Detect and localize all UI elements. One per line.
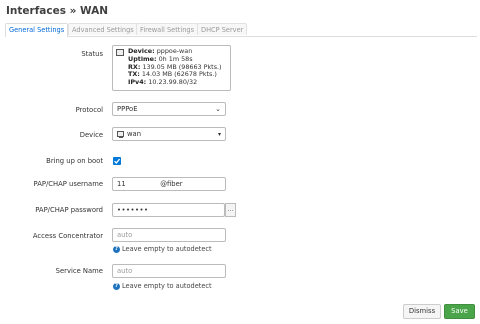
dismiss-button[interactable]: Dismiss xyxy=(403,304,441,319)
status-ipv4-line: IPv4: 10.23.99.80/32 xyxy=(128,78,198,87)
help-icon: ? xyxy=(113,245,120,253)
protocol-label: Protocol xyxy=(75,106,103,114)
access-concentrator-label: Access Concentrator xyxy=(32,232,103,240)
status-panel: Device: pppoe-wan Uptime: 0h 1m 58s RX: … xyxy=(112,45,231,91)
bring-up-on-boot-checkbox[interactable] xyxy=(113,157,121,165)
tab-general-settings[interactable]: General Settings xyxy=(5,23,69,37)
network-device-icon xyxy=(117,131,124,138)
service-name-hint: ? Leave empty to autodetect xyxy=(113,282,212,290)
password-label: PAP/CHAP password xyxy=(35,206,103,214)
save-button[interactable]: Save xyxy=(444,304,475,319)
checkmark-icon xyxy=(114,158,121,164)
device-select[interactable]: wan ▾ xyxy=(112,127,226,141)
access-concentrator-input[interactable]: auto xyxy=(112,228,226,242)
chevron-down-icon: … xyxy=(227,206,234,213)
password-input[interactable]: ••••••• xyxy=(112,203,225,217)
reveal-password-button[interactable]: … xyxy=(225,203,236,217)
network-device-icon xyxy=(116,49,124,56)
service-name-label: Service Name xyxy=(55,267,103,275)
chevron-down-icon: ⌄ xyxy=(215,105,221,113)
username-label: PAP/CHAP username xyxy=(33,180,103,188)
page-title: Interfaces » WAN xyxy=(6,5,109,17)
access-concentrator-hint: ? Leave empty to autodetect xyxy=(113,245,212,253)
bring-up-on-boot-label: Bring up on boot xyxy=(46,157,103,165)
help-icon: ? xyxy=(113,282,120,290)
tab-firewall-settings[interactable]: Firewall Settings xyxy=(136,23,199,35)
tab-advanced-settings[interactable]: Advanced Settings xyxy=(68,23,138,35)
protocol-select[interactable]: PPPoE ⌄ xyxy=(112,102,226,116)
status-label: Status xyxy=(81,50,103,58)
username-input[interactable]: 11 @fiber xyxy=(112,177,226,191)
tab-dhcp-server[interactable]: DHCP Server xyxy=(197,23,248,35)
tab-bar: General Settings Advanced Settings Firew… xyxy=(5,23,477,37)
device-label: Device xyxy=(79,131,103,139)
dropdown-caret-icon: ▾ xyxy=(217,131,221,138)
service-name-input[interactable]: auto xyxy=(112,264,226,278)
